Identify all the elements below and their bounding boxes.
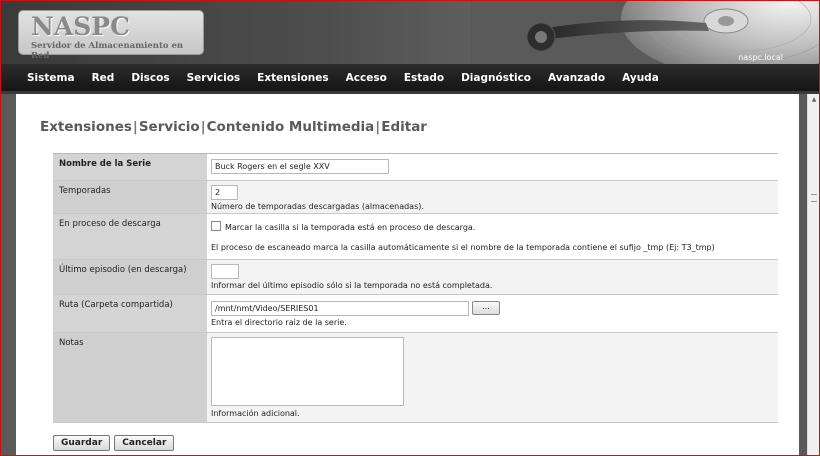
menu-item-ayuda[interactable]: Ayuda xyxy=(622,72,659,84)
temporadas-input[interactable] xyxy=(211,185,238,200)
descarga-checkbox-label: Marcar la casilla si la temporada está e… xyxy=(225,223,476,232)
form-row-ruta: Ruta (Carpeta compartida) ... Entra el d… xyxy=(53,295,778,333)
descarga-hint: El proceso de escaneado marca la casilla… xyxy=(211,243,715,252)
logo-subtitle: Servidor de Almacenamiento en Red xyxy=(31,41,184,61)
breadcrumb-item-contenido-multimedia[interactable]: Contenido Multimedia xyxy=(207,119,375,135)
cancel-button[interactable]: Cancelar xyxy=(114,435,175,451)
save-button[interactable]: Guardar xyxy=(53,435,111,451)
breadcrumb-separator: | xyxy=(132,119,138,135)
ruta-input[interactable] xyxy=(211,301,469,316)
edit-serie-form: Nombre de la Serie Temporadas Número de … xyxy=(53,153,778,423)
descarga-checkbox[interactable] xyxy=(211,221,221,231)
form-actions: Guardar Cancelar xyxy=(53,435,175,451)
menu-item-red[interactable]: Red xyxy=(92,72,115,84)
form-row-descarga: En proceso de descarga Marcar la casilla… xyxy=(53,214,778,260)
logo[interactable]: NASPC Servidor de Almacenamiento en Red xyxy=(18,10,204,61)
breadcrumb: Extensiones|Servicio|Contenido Multimedi… xyxy=(40,119,427,135)
breadcrumb-item-servicio[interactable]: Servicio xyxy=(139,119,200,135)
browse-button[interactable]: ... xyxy=(472,301,500,315)
notas-label: Notas xyxy=(53,333,207,422)
hostname-label: naspc.local xyxy=(738,53,783,62)
temporadas-field-cell: Número de temporadas descargadas (almace… xyxy=(207,181,778,213)
breadcrumb-separator: | xyxy=(375,119,381,135)
ultimo-episodio-hint: Informar del último episodio sólo si la … xyxy=(211,281,493,290)
form-row-ultimo-episodio: Último episodio (en descarga) Informar d… xyxy=(53,260,778,295)
main-menu: Sistema Red Discos Servicios Extensiones… xyxy=(1,64,819,91)
menu-item-extensiones[interactable]: Extensiones xyxy=(257,72,328,84)
breadcrumb-separator: | xyxy=(200,119,206,135)
form-row-notas: Notas Información adicional. xyxy=(53,333,778,423)
ultimo-episodio-label: Último episodio (en descarga) xyxy=(53,260,207,294)
header: NASPC Servidor de Almacenamiento en Red … xyxy=(1,1,819,64)
scroll-grip-icon[interactable] xyxy=(811,194,817,202)
serie-label: Nombre de la Serie xyxy=(53,154,207,180)
vertical-scrollbar[interactable]: ▲ xyxy=(807,94,819,455)
menu-item-diagnostico[interactable]: Diagnóstico xyxy=(461,72,531,84)
content-panel: Extensiones|Servicio|Contenido Multimedi… xyxy=(16,94,799,455)
form-row-temporadas: Temporadas Número de temporadas descarga… xyxy=(53,181,778,214)
breadcrumb-item-editar: Editar xyxy=(381,119,427,135)
scroll-up-icon[interactable]: ▲ xyxy=(808,94,820,106)
serie-name-input[interactable] xyxy=(211,159,389,174)
ultimo-episodio-input[interactable] xyxy=(211,264,239,279)
menu-item-sistema[interactable]: Sistema xyxy=(27,72,75,84)
menu-item-acceso[interactable]: Acceso xyxy=(346,72,387,84)
logo-title: NASPC xyxy=(31,12,130,41)
ruta-field-cell: ... Entra el directorio raiz de la serie… xyxy=(207,295,778,332)
menu-item-servicios[interactable]: Servicios xyxy=(187,72,241,84)
ultimo-episodio-field-cell: Informar del último episodio sólo si la … xyxy=(207,260,778,294)
menu-item-estado[interactable]: Estado xyxy=(404,72,444,84)
ruta-hint: Entra el directorio raiz de la serie. xyxy=(211,318,347,327)
serie-field-cell xyxy=(207,154,778,180)
ruta-label: Ruta (Carpeta compartida) xyxy=(53,295,207,332)
descarga-field-cell: Marcar la casilla si la temporada está e… xyxy=(207,214,778,259)
notas-textarea[interactable] xyxy=(211,337,404,406)
menu-item-discos[interactable]: Discos xyxy=(131,72,169,84)
temporadas-label: Temporadas xyxy=(53,181,207,213)
descarga-label: En proceso de descarga xyxy=(53,214,207,259)
temporadas-hint: Número de temporadas descargadas (almace… xyxy=(211,202,424,211)
notas-field-cell: Información adicional. xyxy=(207,333,778,422)
notas-hint: Información adicional. xyxy=(211,409,300,418)
breadcrumb-item-extensiones[interactable]: Extensiones xyxy=(40,119,132,135)
menu-item-avanzado[interactable]: Avanzado xyxy=(548,72,605,84)
form-row-serie: Nombre de la Serie xyxy=(53,154,778,181)
